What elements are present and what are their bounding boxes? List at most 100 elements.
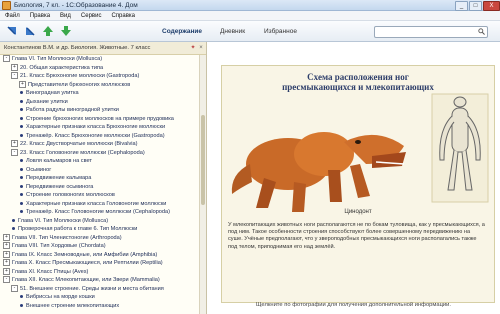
slide-heading: Схема расположения ног пресмыкающихся и …: [222, 72, 494, 92]
tree-item-label: 51. Внешнее строение. Среды жизни и мест…: [20, 285, 164, 292]
tree-item-label: 23. Класс Головоногие моллюски (Cephalop…: [20, 149, 145, 156]
menu-help[interactable]: Справка: [106, 13, 140, 19]
bullet-icon: [20, 193, 23, 197]
menu-file[interactable]: Файл: [0, 13, 25, 19]
bullet-icon: [12, 227, 15, 231]
window-controls: _ □ X: [454, 0, 500, 11]
tab-contents[interactable]: Содержание: [162, 28, 202, 35]
back-arrow-icon[interactable]: [6, 25, 18, 37]
tree-item-label: Строение брюхоногих моллюсков на примере…: [26, 115, 174, 122]
bookmark-icon[interactable]: ✦: [190, 45, 196, 51]
tree-item[interactable]: Проверочная работа к главе 6. Тип Моллюс…: [0, 225, 199, 234]
tree-item[interactable]: Характерные признаки класса Брюхоногие м…: [0, 123, 199, 132]
menu-view[interactable]: Вид: [55, 13, 76, 19]
contents-panel: Константинов В.М. и др. Биология. Животн…: [0, 42, 207, 314]
tree-item-label: 22. Класс Двустворчатые моллюски (Bivalv…: [20, 141, 138, 147]
maximize-button[interactable]: □: [469, 0, 482, 11]
bullet-icon: [20, 184, 23, 188]
menu-bar: Файл Правка Вид Сервис Справка: [0, 11, 500, 21]
tree-scrollbar[interactable]: [199, 55, 206, 314]
tree-item[interactable]: Характерные признаки класса Головоногие …: [0, 200, 199, 209]
breadcrumb: Константинов В.М. и др. Биология. Животн…: [0, 42, 206, 55]
tree-item[interactable]: Строение брюхоногих моллюсков на примере…: [0, 115, 199, 124]
tree-item-label: Глава VIII. Тип Хордовые (Chordata): [12, 243, 106, 249]
tree-item[interactable]: Тренажёр. Класс Брюхоногие моллюски (Gas…: [0, 132, 199, 141]
collapse-toggle-icon[interactable]: -: [3, 55, 10, 63]
contents-tree: - Глава VI. Тип Моллюски (Mollusca) +20. О…: [0, 55, 199, 314]
expand-toggle-icon[interactable]: +: [3, 267, 10, 275]
tree-item[interactable]: Виноградная улитка: [0, 89, 199, 98]
tree-item-label: 21. Класс Брюхоногие моллюски (Gastropod…: [20, 73, 140, 79]
tree-item[interactable]: + Глава XI. Класс Птицы (Aves): [0, 267, 199, 277]
expand-toggle-icon[interactable]: +: [3, 233, 10, 241]
tree-item[interactable]: + Глава X. Класс Пресмыкающиеся, или Репт…: [0, 259, 199, 268]
tree-item-label: Внешнее строение млекопитающих: [26, 302, 120, 309]
bullet-icon: [20, 108, 23, 112]
bullet-icon: [20, 167, 23, 171]
tab-diary[interactable]: Дневник: [220, 28, 245, 35]
tree-item[interactable]: +20. Общая характеристика типа: [0, 63, 199, 73]
tree-item[interactable]: +22. Класс Двустворчатые моллюски (Bival…: [0, 140, 199, 149]
tree-item-label: Глава VII. Тип Членистоногие (Arthropoda…: [12, 234, 122, 241]
collapse-toggle-icon[interactable]: -: [11, 72, 18, 80]
tree-item[interactable]: + Представители брюхоногих моллюсков: [0, 80, 199, 90]
lesson-slide: Схема расположения ног пресмыкающихся и …: [221, 65, 495, 303]
breadcrumb-text: Константинов В.М. и др. Биология. Животн…: [4, 45, 151, 51]
illustration-caption: Цинодонт: [344, 209, 372, 215]
heading-line-1: Схема расположения ног: [307, 72, 409, 82]
tree-item[interactable]: + Глава VIII. Тип Хордовые (Chordata): [0, 242, 199, 251]
tree-item[interactable]: Дыхание улитки: [0, 98, 199, 107]
bullet-icon: [20, 201, 23, 205]
search-icon[interactable]: [478, 28, 485, 35]
expand-toggle-icon[interactable]: +: [3, 250, 10, 258]
collapse-toggle-icon[interactable]: -: [3, 276, 10, 284]
expand-toggle-icon[interactable]: +: [3, 259, 10, 267]
forward-arrow-icon[interactable]: [24, 25, 36, 37]
bullet-icon: [20, 99, 23, 103]
tree-item-label: Дыхание улитки: [26, 98, 68, 105]
content-area: Схема расположения ног пресмыкающихся и …: [207, 42, 500, 314]
tree-item[interactable]: Передвижение кальмара: [0, 174, 199, 183]
tree-item[interactable]: -51. Внешнее строение. Среды жизни и мес…: [0, 284, 199, 294]
tree-item[interactable]: -21. Класс Брюхоногие моллюски (Gastropo…: [0, 72, 199, 81]
close-panel-icon[interactable]: ×: [198, 45, 204, 51]
tree-item[interactable]: Работа радулы виноградной улитки: [0, 106, 199, 115]
menu-service[interactable]: Сервис: [76, 13, 107, 19]
close-button[interactable]: X: [483, 0, 500, 11]
tree-item[interactable]: Осьминог: [0, 166, 199, 175]
menu-edit[interactable]: Правка: [25, 13, 55, 19]
tree-item[interactable]: - Глава VI. Тип Моллюски (Mollusca): [0, 55, 199, 64]
expand-toggle-icon[interactable]: +: [3, 242, 10, 250]
down-arrow-icon[interactable]: [60, 25, 72, 37]
tree-item[interactable]: -23. Класс Головоногие моллюски (Cephalo…: [0, 148, 199, 158]
tree-item-label: Тренажёр. Класс Брюхоногие моллюски (Gas…: [26, 132, 165, 139]
toolbar: Содержание Дневник Избранное: [0, 21, 500, 42]
up-arrow-icon[interactable]: [42, 25, 54, 37]
bullet-icon: [20, 125, 23, 129]
tree-item[interactable]: Тренажёр. Класс Головоногие моллюски (Ce…: [0, 208, 199, 217]
search-input[interactable]: [375, 27, 475, 37]
expand-toggle-icon[interactable]: +: [11, 140, 18, 148]
expand-toggle-icon[interactable]: +: [11, 63, 18, 71]
tree-item[interactable]: Ловля кальмаров на свет: [0, 157, 199, 166]
collapse-toggle-icon[interactable]: -: [11, 148, 18, 156]
tree-item[interactable]: - Глава XII. Класс Млекопитающие, или Зве…: [0, 276, 199, 285]
bullet-icon: [20, 303, 23, 307]
tree-item[interactable]: Передвижение осьминога: [0, 183, 199, 192]
tree-item[interactable]: Глава VI. Тип Моллюски (Mollusca): [0, 217, 199, 226]
scrollbar-thumb[interactable]: [201, 115, 205, 205]
tab-favorites[interactable]: Избранное: [264, 28, 297, 35]
expand-toggle-icon[interactable]: +: [19, 80, 26, 88]
collapse-toggle-icon[interactable]: -: [11, 284, 18, 292]
tree-item[interactable]: Внешнее строение млекопитающих: [0, 302, 199, 311]
minimize-button[interactable]: _: [455, 0, 468, 11]
tree-item[interactable]: + Глава IX. Класс Земноводные, или Амфиби…: [0, 250, 199, 260]
tree-item[interactable]: Строение головоногих моллюсков: [0, 191, 199, 200]
bullet-icon: [20, 116, 23, 120]
tree-item[interactable]: + Глава VII. Тип Членистоногие (Arthropod…: [0, 233, 199, 243]
tree-item-label: Глава IX. Класс Земноводные, или Амфибии…: [12, 251, 158, 258]
bullet-icon: [20, 295, 23, 299]
bullet-icon: [20, 133, 23, 137]
cynodont-illustration[interactable]: [226, 90, 490, 220]
tree-item[interactable]: Вибриссы на морде кошки: [0, 293, 199, 302]
